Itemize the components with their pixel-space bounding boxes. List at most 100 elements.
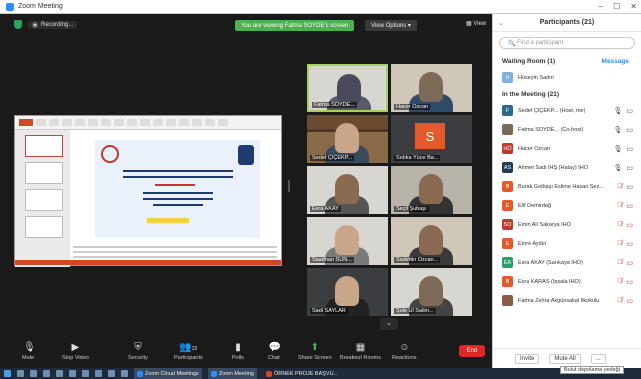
taskbar-app[interactable]: Zoom Meeting xyxy=(207,368,257,379)
participant-controls[interactable]: 🎙̸ ▭ xyxy=(617,297,633,305)
word-icon[interactable] xyxy=(95,370,102,377)
task-view-icon[interactable] xyxy=(30,370,37,377)
microphone-icon[interactable]: 🎙̸ xyxy=(617,183,622,191)
video-tile[interactable]: Hacer Özcan xyxy=(391,64,472,112)
participant-controls[interactable]: 🎙̸ ▭ xyxy=(617,183,633,191)
video-camera-icon[interactable]: ▭ xyxy=(626,145,633,153)
maximize-icon[interactable]: ☐ xyxy=(613,2,620,11)
breakout-rooms-button[interactable]: ▦ Breakout Rooms xyxy=(340,340,381,362)
microphone-icon[interactable]: 🎙̸ xyxy=(617,297,622,305)
video-tile[interactable]: Sadettin Özcan... xyxy=(391,217,472,265)
participant-row[interactable]: H Hüseyin Sadıri xyxy=(493,68,641,87)
search-icon[interactable] xyxy=(17,370,24,377)
video-camera-icon[interactable]: ▭ xyxy=(626,183,633,191)
breakout-label: Breakout Rooms xyxy=(340,355,381,361)
microphone-icon[interactable]: 🎙̸ xyxy=(617,259,622,267)
microphone-icon[interactable]: 🎙 xyxy=(613,164,622,172)
chat-button[interactable]: 💬 Chat xyxy=(268,340,281,362)
windows-start-icon[interactable] xyxy=(4,370,11,377)
tile-name: Sıdıka Yüce Ba... xyxy=(394,155,441,161)
mute-all-button[interactable]: Mute All xyxy=(549,353,581,364)
stop-video-button[interactable]: ▶ Stop Video xyxy=(62,340,89,362)
microphone-icon[interactable]: 🎙 xyxy=(613,145,622,153)
chevron-down-icon[interactable]: ⌄ xyxy=(498,19,504,27)
participant-controls[interactable]: 🎙̸ ▭ xyxy=(617,221,633,229)
video-camera-icon[interactable]: ▭ xyxy=(626,278,633,286)
chrome-icon[interactable] xyxy=(69,370,76,377)
microphone-icon[interactable]: 🎙̸ xyxy=(617,221,622,229)
video-camera-icon[interactable]: ▭ xyxy=(626,202,633,210)
in-meeting-header[interactable]: In the Meeting (21) xyxy=(493,87,641,101)
participant-controls[interactable]: 🎙̸ ▭ xyxy=(617,259,633,267)
video-tile[interactable]: Seçil Şubaşı xyxy=(391,166,472,214)
more-button[interactable]: ... xyxy=(590,353,606,364)
video-tile[interactable]: Saadhan SÜN... xyxy=(307,217,388,265)
video-tile[interactable]: Esra AKAY xyxy=(307,166,388,214)
view-button[interactable]: ▦ View xyxy=(466,20,486,27)
view-options-button[interactable]: View Options ▾ xyxy=(365,20,417,31)
microphone-icon[interactable]: 🎙̸ xyxy=(617,202,622,210)
participant-controls[interactable]: 🎙̸ ▭ xyxy=(617,202,633,210)
video-camera-icon[interactable]: ▭ xyxy=(626,126,633,134)
recording-indicator[interactable]: Recording... xyxy=(28,20,78,29)
video-tile[interactable]: S Sıdıka Yüce Ba... xyxy=(391,115,472,163)
participant-controls[interactable]: 🎙 ▭ xyxy=(613,145,633,153)
participant-row[interactable]: EA Esra AKAY (Sarıkaya İHO) 🎙̸ ▭ xyxy=(493,253,641,272)
participants-count: 22 xyxy=(191,346,198,352)
participant-controls[interactable]: 🎙 ▭ xyxy=(613,107,633,115)
participant-row[interactable]: Fatma SOYDE... (Co-host) 🎙 ▭ xyxy=(493,120,641,139)
video-tile[interactable]: Sadi SAYLAR xyxy=(307,268,388,316)
participant-controls[interactable]: 🎙 ▭ xyxy=(613,126,633,134)
outlook-icon[interactable] xyxy=(82,370,89,377)
meb-logo xyxy=(101,145,119,163)
participant-row[interactable]: AS Ahmet Sadi İHŞ (Hatay) İHO 🎙 ▭ xyxy=(493,158,641,177)
participant-controls[interactable]: 🎙̸ ▭ xyxy=(617,278,633,286)
tile-name: Saadhan SÜN... xyxy=(310,257,354,263)
microphone-icon[interactable]: 🎙̸ xyxy=(617,278,622,286)
video-tile[interactable]: Fatma SOYDE... xyxy=(307,64,388,112)
participant-row[interactable]: SO Emin Ali Sakarya İHO 🎙̸ ▭ xyxy=(493,215,641,234)
microphone-icon[interactable]: 🎙 xyxy=(613,107,622,115)
reactions-button[interactable]: ☺ Reactions xyxy=(392,340,416,362)
video-camera-icon[interactable]: ▭ xyxy=(626,240,633,248)
participants-button[interactable]: 👥22 Participants xyxy=(174,340,203,362)
taskbar-app[interactable]: Zoom Cloud Meetings xyxy=(134,368,202,379)
participant-row[interactable]: B Burak Golbaşı Eslime Hasan Sez... 🎙̸ ▭ xyxy=(493,177,641,196)
explorer-icon[interactable] xyxy=(56,370,63,377)
participant-search-input[interactable]: 🔍 Find a participant xyxy=(499,37,635,49)
video-camera-icon[interactable]: ▭ xyxy=(626,107,633,115)
video-tile[interactable]: Şule Ül Salim... xyxy=(391,268,472,316)
edge-icon[interactable] xyxy=(43,370,50,377)
message-button[interactable]: Message xyxy=(602,58,629,65)
video-camera-icon[interactable]: ▭ xyxy=(626,259,633,267)
security-button[interactable]: ⛨ Security xyxy=(128,340,148,362)
powerpoint-icon[interactable] xyxy=(121,370,128,377)
excel-icon[interactable] xyxy=(108,370,115,377)
shield-icon[interactable] xyxy=(14,20,22,29)
video-tile[interactable]: Sedef ÇİÇEKP... xyxy=(307,115,388,163)
close-icon[interactable]: ✕ xyxy=(630,2,637,11)
participant-controls[interactable]: 🎙 ▭ xyxy=(613,164,633,172)
end-button[interactable]: End xyxy=(459,345,485,357)
microphone-icon[interactable]: 🎙̸ xyxy=(617,240,622,248)
video-camera-icon[interactable]: ▭ xyxy=(626,164,633,172)
participant-row[interactable]: F Sedef ÇİÇEKP... (Host, me) 🎙 ▭ xyxy=(493,101,641,120)
participant-row[interactable]: E Emre Aydın 🎙̸ ▭ xyxy=(493,234,641,253)
waiting-room-header[interactable]: Waiting Room (1) Message xyxy=(493,54,641,68)
polls-button[interactable]: ▮ Polls xyxy=(232,340,244,362)
participant-row[interactable]: HÖ Hacer Özcan 🎙 ▭ xyxy=(493,139,641,158)
participant-row[interactable]: E Elif Demirdağ 🎙̸ ▭ xyxy=(493,196,641,215)
splitter-handle[interactable] xyxy=(288,180,290,192)
video-camera-icon[interactable]: ▭ xyxy=(626,297,633,305)
participant-controls[interactable]: 🎙̸ ▭ xyxy=(617,240,633,248)
share-screen-button[interactable]: ⬆ Share Screen xyxy=(298,340,332,362)
mute-button[interactable]: 🎙 Mute xyxy=(22,340,36,362)
taskbar-app[interactable]: ÖRNEK PROJE BAŞVU... xyxy=(263,368,341,379)
participant-row[interactable]: Fatma Zehra Akgünsakal İlkokulu 🎙̸ ▭ xyxy=(493,291,641,310)
video-camera-icon[interactable]: ▭ xyxy=(626,221,633,229)
chevron-down-icon[interactable]: ⌄ xyxy=(380,318,398,330)
invite-button[interactable]: Invite xyxy=(515,353,540,364)
microphone-icon[interactable]: 🎙 xyxy=(613,126,622,134)
minimize-icon[interactable]: – xyxy=(599,2,603,11)
participant-row[interactable]: B Esra KARAS (Ipsala İHO) 🎙̸ ▭ xyxy=(493,272,641,291)
